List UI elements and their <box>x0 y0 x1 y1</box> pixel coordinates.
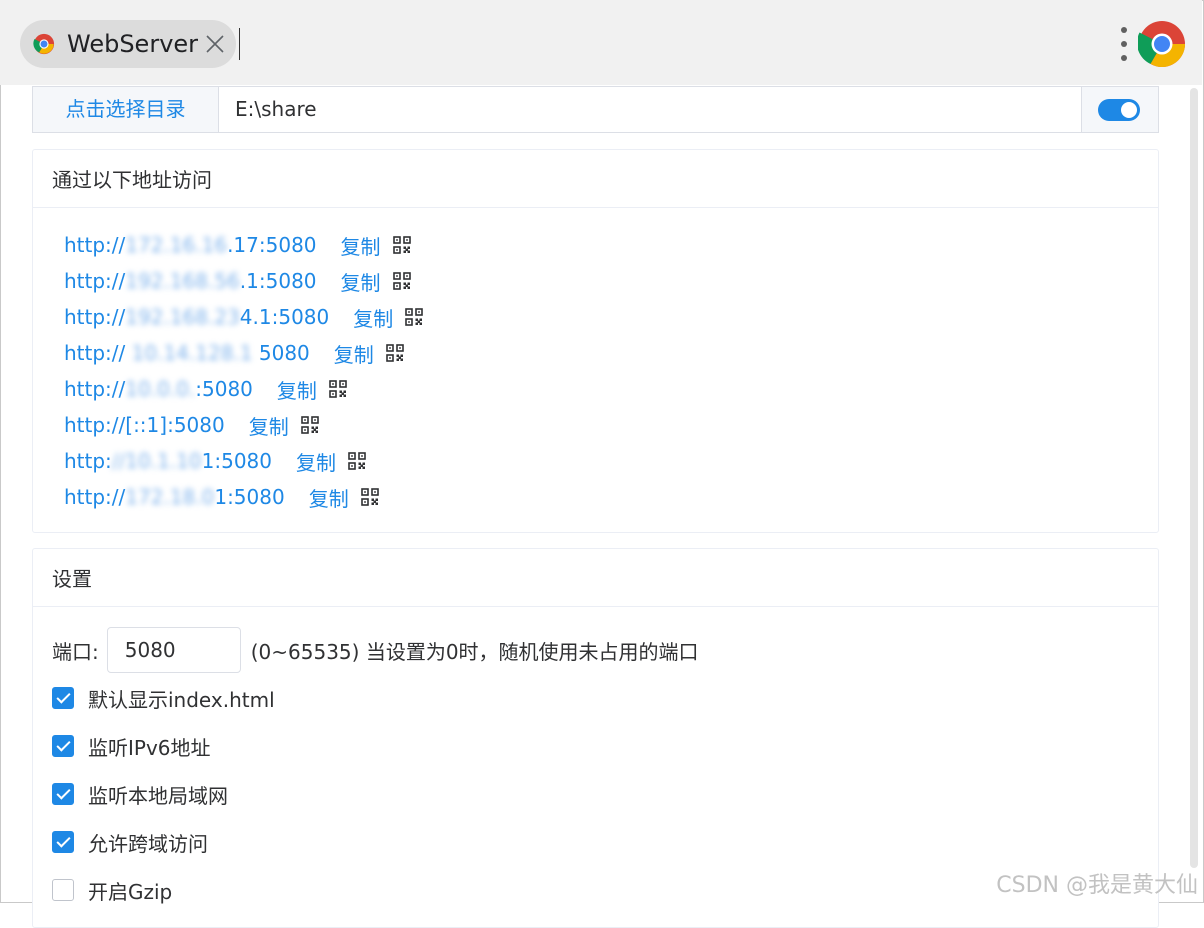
url-link[interactable]: http://172.16.16.17:5080 <box>64 233 317 257</box>
url-prefix: http://[::1]:5080 <box>64 413 225 437</box>
qrcode-icon[interactable] <box>405 308 424 326</box>
scrollbar[interactable] <box>1190 88 1198 868</box>
option-label: 允许跨域访问 <box>88 831 208 856</box>
option-label: 开启Gzip <box>88 879 173 904</box>
access-title: 通过以下地址访问 <box>33 150 1158 208</box>
chrome-icon <box>33 33 55 55</box>
option-row[interactable]: 允许跨域访问 <box>52 827 208 857</box>
qrcode-icon[interactable] <box>385 344 404 362</box>
access-card: 通过以下地址访问 http://172.16.16.17:5080 复制 http:… <box>32 149 1159 533</box>
qrcode-icon[interactable] <box>348 452 366 470</box>
url-masked: 192.168.23 <box>125 305 240 329</box>
option-checkbox[interactable] <box>52 879 74 901</box>
directory-path: E:\share <box>235 97 317 121</box>
url-suffix: 1:5080 <box>201 449 272 473</box>
url-masked: //10.1.10 <box>111 449 202 473</box>
url-row: http:// 10.14.128.1 5080 复制 <box>64 335 404 371</box>
option-checkbox[interactable] <box>52 735 74 757</box>
url-suffix: 4.1:5080 <box>239 305 330 329</box>
settings-title: 设置 <box>33 549 1158 607</box>
option-label: 监听本地局域网 <box>88 783 228 808</box>
option-row[interactable]: 监听IPv6地址 <box>52 731 211 761</box>
port-hint: (0~65535) 当设置为0时，随机使用未占用的端口 <box>250 639 699 664</box>
url-masked: 192.168.56 <box>125 269 240 293</box>
url-row: http://192.168.234.1:5080 复制 <box>64 299 424 335</box>
url-link[interactable]: http://192.168.234.1:5080 <box>64 305 329 329</box>
url-masked: 10.0.0. <box>125 377 196 401</box>
qrcode-icon[interactable] <box>392 236 411 254</box>
copy-button[interactable]: 复制 <box>309 483 349 512</box>
option-row[interactable]: 开启Gzip <box>52 875 172 905</box>
url-prefix: http:// <box>64 233 126 257</box>
port-label: 端口: <box>52 639 99 664</box>
url-row: http://172.16.16.17:5080 复制 <box>64 227 411 263</box>
port-input[interactable] <box>106 627 241 673</box>
qrcode-icon[interactable] <box>300 416 319 434</box>
url-suffix: 1:5080 <box>214 485 285 509</box>
url-prefix: http: <box>64 449 112 473</box>
choose-directory-button[interactable]: 点击选择目录 <box>33 87 219 132</box>
server-toggle[interactable] <box>1098 99 1140 121</box>
option-checkbox[interactable] <box>52 783 74 805</box>
url-row: http://10.1.101:5080 复制 <box>64 443 366 479</box>
url-link[interactable]: http://172.18.01:5080 <box>64 485 285 509</box>
url-link[interactable]: http://[::1]:5080 <box>64 413 225 437</box>
qrcode-icon[interactable] <box>360 488 379 506</box>
url-prefix: http:// <box>64 377 126 401</box>
close-icon[interactable] <box>202 31 228 57</box>
url-row: http://172.18.01:5080 复制 <box>64 479 379 515</box>
copy-button[interactable]: 复制 <box>277 375 317 404</box>
url-prefix: http:// <box>64 485 126 509</box>
url-suffix: :5080 <box>195 377 253 401</box>
option-checkbox[interactable] <box>52 687 74 709</box>
copy-button[interactable]: 复制 <box>296 447 336 476</box>
option-row[interactable]: 监听本地局域网 <box>52 779 228 809</box>
chrome-logo-icon[interactable] <box>1138 20 1186 68</box>
url-masked: 172.16.16 <box>125 233 228 257</box>
url-link[interactable]: http:// 10.14.128.1 5080 <box>64 341 310 365</box>
copy-button[interactable]: 复制 <box>249 411 289 440</box>
settings-card: 设置 端口: (0~65535) 当设置为0时，随机使用未占用的端口 默认显示i… <box>32 548 1159 928</box>
qrcode-icon[interactable] <box>329 380 347 398</box>
toggle-container <box>1081 87 1158 132</box>
url-prefix: http:// <box>64 305 126 329</box>
option-label: 监听IPv6地址 <box>88 735 211 760</box>
url-link[interactable]: http://192.168.56.1:5080 <box>64 269 317 293</box>
url-masked: 172.18.0 <box>125 485 215 509</box>
url-masked: 10.14.128.1 <box>131 341 253 365</box>
qrcode-icon[interactable] <box>392 272 411 290</box>
tab-title: WebServer <box>67 30 199 58</box>
url-suffix: 5080 <box>252 341 310 365</box>
more-menu-icon[interactable] <box>1116 24 1132 64</box>
url-row: http://192.168.56.1:5080 复制 <box>64 263 411 299</box>
url-prefix: http:// <box>64 341 132 365</box>
url-link[interactable]: http://10.0.0.:5080 <box>64 377 253 401</box>
copy-button[interactable]: 复制 <box>334 339 374 368</box>
port-row: 端口: (0~65535) 当设置为0时，随机使用未占用的端口 <box>52 626 699 674</box>
copy-button[interactable]: 复制 <box>341 267 381 296</box>
url-row: http://[::1]:5080 复制 <box>64 407 319 443</box>
option-row[interactable]: 默认显示index.html <box>52 683 275 713</box>
tab-webserver[interactable]: WebServer <box>20 20 236 68</box>
url-suffix: .17:5080 <box>227 233 317 257</box>
address-caret <box>239 28 240 60</box>
copy-button[interactable]: 复制 <box>353 303 393 332</box>
copy-button[interactable]: 复制 <box>341 231 381 260</box>
title-bar: WebServer <box>0 0 1202 85</box>
watermark: CSDN @我是黄大仙 <box>996 873 1198 898</box>
url-row: http://10.0.0.:5080 复制 <box>64 371 347 407</box>
url-suffix: .1:5080 <box>239 269 317 293</box>
url-prefix: http:// <box>64 269 126 293</box>
directory-row: 点击选择目录 E:\share <box>32 86 1159 133</box>
option-label: 默认显示index.html <box>88 687 275 712</box>
toggle-knob <box>1121 102 1137 118</box>
url-link[interactable]: http://10.1.101:5080 <box>64 449 272 473</box>
option-checkbox[interactable] <box>52 831 74 853</box>
